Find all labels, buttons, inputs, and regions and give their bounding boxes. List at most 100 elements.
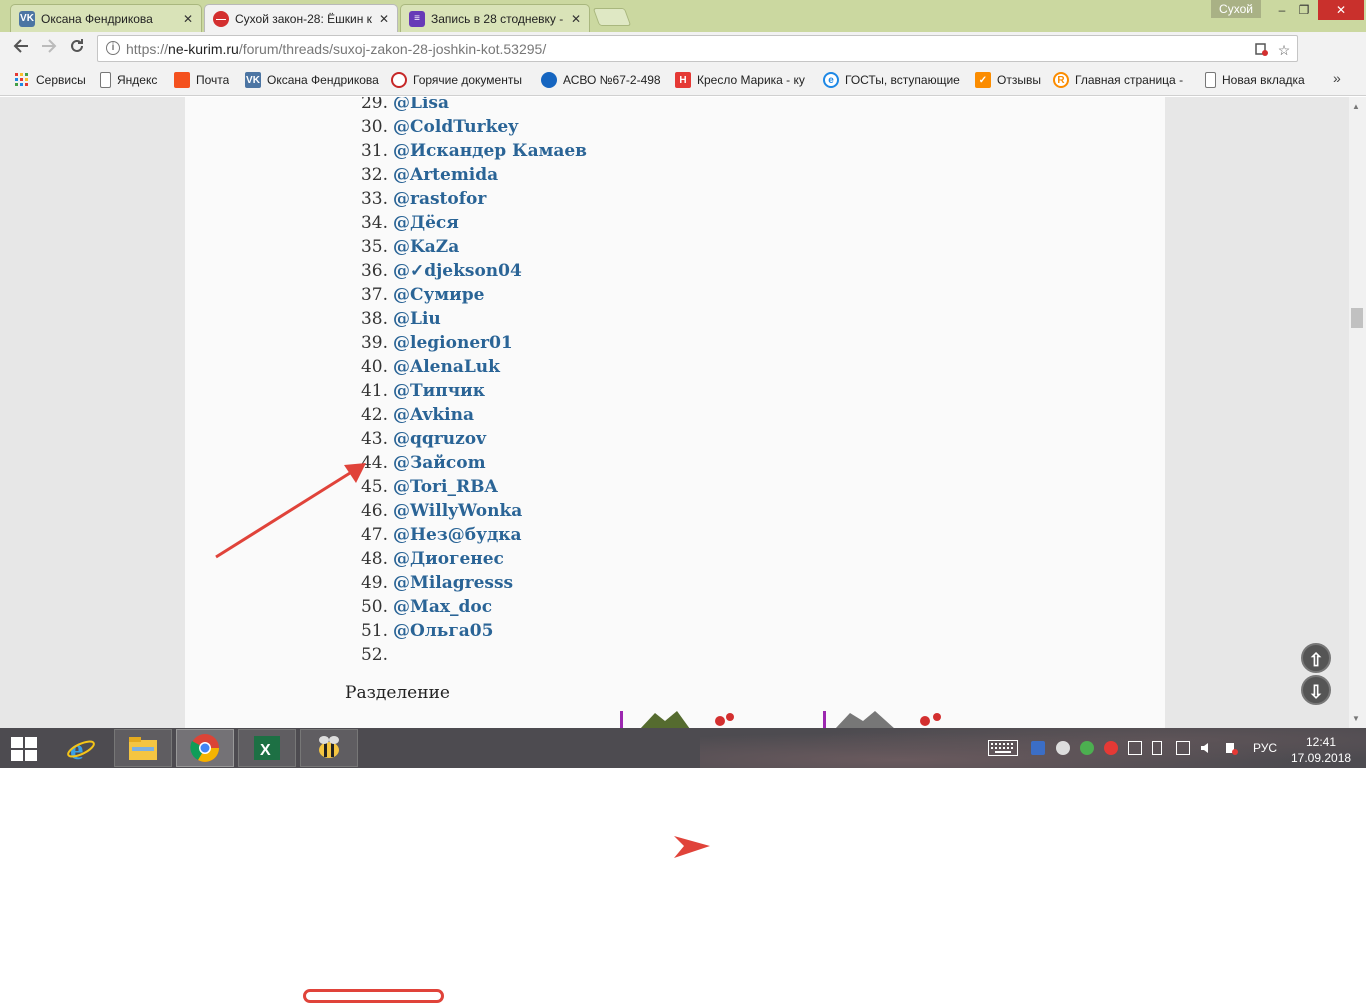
scroll-to-bottom-button[interactable]: ⇩ [1301, 675, 1331, 705]
bookmark-new-tab[interactable]: Новая вкладка [1205, 71, 1305, 89]
page-scrollbar[interactable] [1349, 97, 1366, 728]
user-mention-link[interactable]: @Milagresss [393, 573, 513, 593]
internet-explorer-icon[interactable]: e [52, 729, 110, 767]
bookmark-reviews[interactable]: ✓ Отзывы [975, 71, 1041, 89]
user-mention-link[interactable]: @AlenaLuk [393, 357, 500, 377]
bookmark-hot-docs[interactable]: Горячие документы [391, 71, 525, 89]
bookmark-yandex[interactable]: Яндекс [100, 71, 157, 89]
user-mention-link[interactable]: @ColdTurkey [393, 117, 518, 137]
bookmark-vk-profile[interactable]: VK Оксана Фендрикова [245, 71, 381, 89]
tab-google-form[interactable]: ≡ Запись в 28 стодневку - ✕ [400, 4, 590, 32]
bookmark-label: Яндекс [117, 73, 158, 87]
volume-icon[interactable] [1200, 741, 1214, 755]
user-mention-link[interactable]: @Дёся [393, 213, 459, 233]
start-button[interactable] [11, 737, 39, 761]
bookmarks-bar: Сервисы Яндекс Почта VK Оксана Фендриков… [0, 64, 1366, 96]
tray-lips-icon[interactable] [1104, 741, 1118, 755]
tab-vk-profile[interactable]: VK Оксана Фендрикова ✕ [10, 4, 202, 32]
star-bookmark-icon[interactable]: ☆ [1276, 42, 1292, 58]
arrow-right-icon [42, 39, 57, 53]
close-icon[interactable]: ✕ [379, 12, 389, 26]
tray-sync-icon[interactable] [1080, 741, 1094, 755]
user-mention-link[interactable]: @Зайсom [393, 453, 486, 473]
close-icon[interactable]: ✕ [183, 12, 193, 26]
bookmark-mail[interactable]: Почта [174, 71, 229, 89]
network-icon[interactable] [1176, 741, 1190, 755]
bookmark-services[interactable]: Сервисы [14, 71, 86, 89]
red-oval-annotation [303, 989, 444, 1003]
system-clock[interactable]: 12:41 17.09.2018 [1291, 734, 1351, 766]
bookmark-chair[interactable]: H Кресло Марика - ку [675, 71, 811, 89]
close-icon[interactable]: ✕ [571, 12, 581, 26]
list-number: 49. [360, 573, 388, 593]
user-mention-link[interactable]: @Типчик [393, 381, 485, 401]
file-explorer-icon[interactable] [114, 729, 172, 767]
user-mention-link[interactable]: @Avkina [393, 405, 474, 425]
tray-device-icon[interactable] [1152, 741, 1162, 755]
user-mention-link[interactable]: @Сумире [393, 285, 485, 305]
user-mention-link[interactable]: @✓djekson04 [393, 261, 522, 281]
more-bookmarks-icon[interactable]: » [1333, 70, 1341, 86]
excel-icon[interactable]: X [238, 729, 296, 767]
list-number: 40. [360, 357, 388, 377]
scroll-down-icon[interactable]: ▼ [1352, 714, 1360, 723]
red-arrow-annotation [674, 836, 710, 858]
back-button[interactable] [10, 37, 32, 59]
language-indicator[interactable]: РУС [1253, 741, 1277, 755]
info-icon[interactable]: i [106, 41, 120, 55]
chrome-icon[interactable] [176, 729, 234, 767]
user-mention-link[interactable]: @WillyWonka [393, 501, 522, 521]
bookmark-label: Оксана Фендрикова [267, 73, 379, 87]
user-mention-link[interactable]: @Max_doc [393, 597, 492, 617]
tab-forum-thread[interactable]: — Сухой закон-28: Ёшкин к ✕ [204, 4, 398, 33]
bookmark-gost[interactable]: e ГОСТы, вступающие [823, 71, 961, 89]
tray-settings-icon[interactable] [1056, 741, 1070, 755]
list-number: 43. [360, 429, 388, 449]
bee-app-icon[interactable] [300, 729, 358, 767]
close-window-button[interactable]: ✕ [1318, 0, 1364, 20]
user-mention-link[interactable]: @Ольга05 [393, 621, 493, 641]
user-mention-link[interactable]: @KaZa [393, 237, 459, 257]
list-number: 42. [360, 405, 388, 425]
bookmark-label: ГОСТы, вступающие [845, 73, 960, 87]
keyboard-icon[interactable] [988, 740, 1018, 756]
list-number: 39. [360, 333, 388, 353]
address-bar[interactable]: i https://ne-kurim.ru/forum/threads/suxo… [97, 35, 1298, 62]
bookmark-main-page[interactable]: R Главная страница - [1053, 71, 1193, 89]
scrollbar-thumb[interactable] [1351, 308, 1363, 328]
forms-icon: ≡ [409, 10, 425, 27]
user-mention-link[interactable]: @Диогенес [393, 549, 504, 569]
page-icon [100, 72, 111, 88]
user-mention-link[interactable]: @Artemida [393, 165, 498, 185]
profile-button[interactable]: Сухой [1211, 0, 1261, 18]
scroll-to-top-button[interactable]: ⇧ [1301, 643, 1331, 673]
new-tab-button[interactable] [592, 8, 632, 26]
action-center-icon[interactable] [1224, 741, 1238, 755]
user-mention-link[interactable]: @legioner01 [393, 333, 513, 353]
list-number: 36. [360, 261, 388, 281]
user-mention-link[interactable]: @Liu [393, 309, 441, 329]
user-mention-link[interactable]: @Tori_RBA [393, 477, 498, 497]
tray-app-icon[interactable] [1031, 741, 1045, 755]
user-mention-link[interactable]: @Искандер Камаев [393, 141, 587, 161]
list-number: 41. [360, 381, 388, 401]
forward-button[interactable] [38, 37, 60, 59]
user-mention-link[interactable]: @Нез@будка [393, 525, 522, 545]
bookmark-label: Горячие документы [413, 73, 522, 87]
url-text[interactable]: https://ne-kurim.ru/forum/threads/suxoj-… [126, 41, 546, 57]
tray-display-icon[interactable] [1128, 741, 1142, 755]
blocked-popup-icon[interactable] [1253, 42, 1269, 58]
list-number: 32. [360, 165, 388, 185]
user-mention-link[interactable]: @qqruzov [393, 429, 486, 449]
bookmark-asvo[interactable]: АСВО №67-2-498 [541, 71, 663, 89]
reload-button[interactable] [66, 37, 88, 59]
user-mention-link[interactable]: @rastofor [393, 189, 486, 209]
list-number: 38. [360, 309, 388, 329]
bookmark-label: Сервисы [36, 73, 86, 87]
clock-date: 17.09.2018 [1291, 751, 1352, 765]
url-scheme: https:// [126, 41, 169, 57]
user-mention-link[interactable]: @Lisa [393, 97, 449, 113]
check-icon: ✓ [975, 72, 991, 88]
restore-button[interactable]: ❐ [1288, 0, 1320, 20]
scroll-up-icon[interactable]: ▲ [1352, 102, 1360, 111]
